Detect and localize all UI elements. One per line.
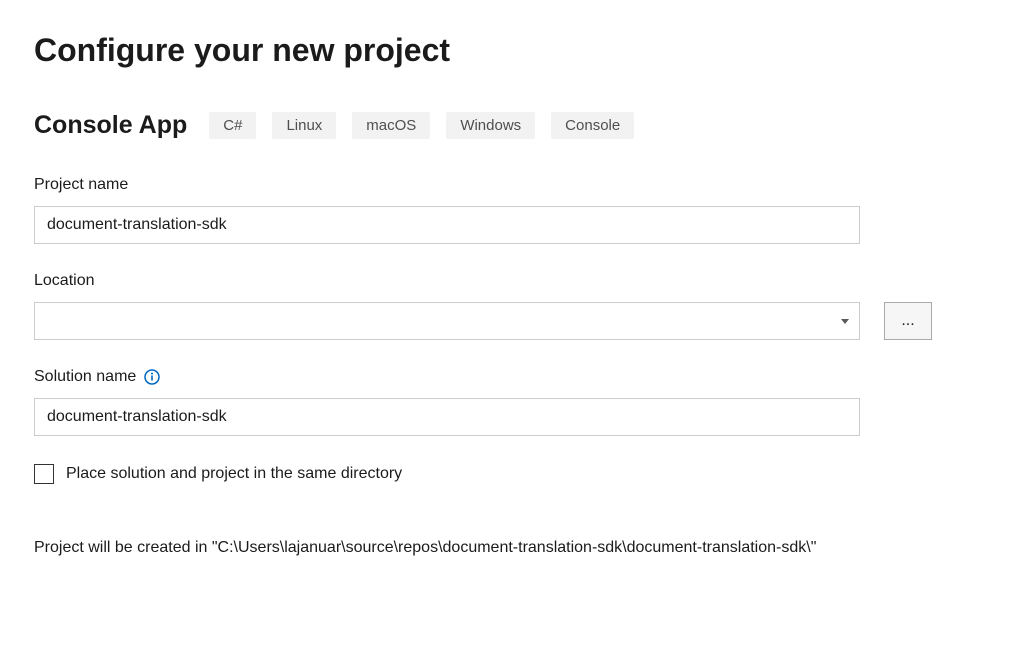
- chevron-down-icon: [841, 319, 849, 324]
- tag-linux: Linux: [272, 112, 336, 139]
- tag-console: Console: [551, 112, 634, 139]
- location-combobox[interactable]: [34, 302, 860, 340]
- path-preview: Project will be created in "C:\Users\laj…: [34, 536, 860, 560]
- solution-name-label: Solution name: [34, 368, 136, 386]
- solution-name-group: Solution name: [34, 368, 978, 436]
- same-directory-label[interactable]: Place solution and project in the same d…: [66, 465, 402, 483]
- project-name-input[interactable]: [34, 206, 860, 244]
- same-directory-checkbox-row: Place solution and project in the same d…: [34, 464, 978, 484]
- tag-macos: macOS: [352, 112, 430, 139]
- location-group: Location ...: [34, 272, 978, 340]
- same-directory-checkbox[interactable]: [34, 464, 54, 484]
- template-row: Console App C# Linux macOS Windows Conso…: [34, 111, 978, 140]
- project-name-label: Project name: [34, 176, 978, 194]
- browse-button[interactable]: ...: [884, 302, 932, 340]
- info-icon[interactable]: [144, 369, 160, 385]
- page-title: Configure your new project: [34, 32, 978, 69]
- location-label: Location: [34, 272, 978, 290]
- tag-csharp: C#: [209, 112, 256, 139]
- template-name: Console App: [34, 111, 187, 140]
- project-name-group: Project name: [34, 176, 978, 244]
- solution-name-input[interactable]: [34, 398, 860, 436]
- tag-windows: Windows: [446, 112, 535, 139]
